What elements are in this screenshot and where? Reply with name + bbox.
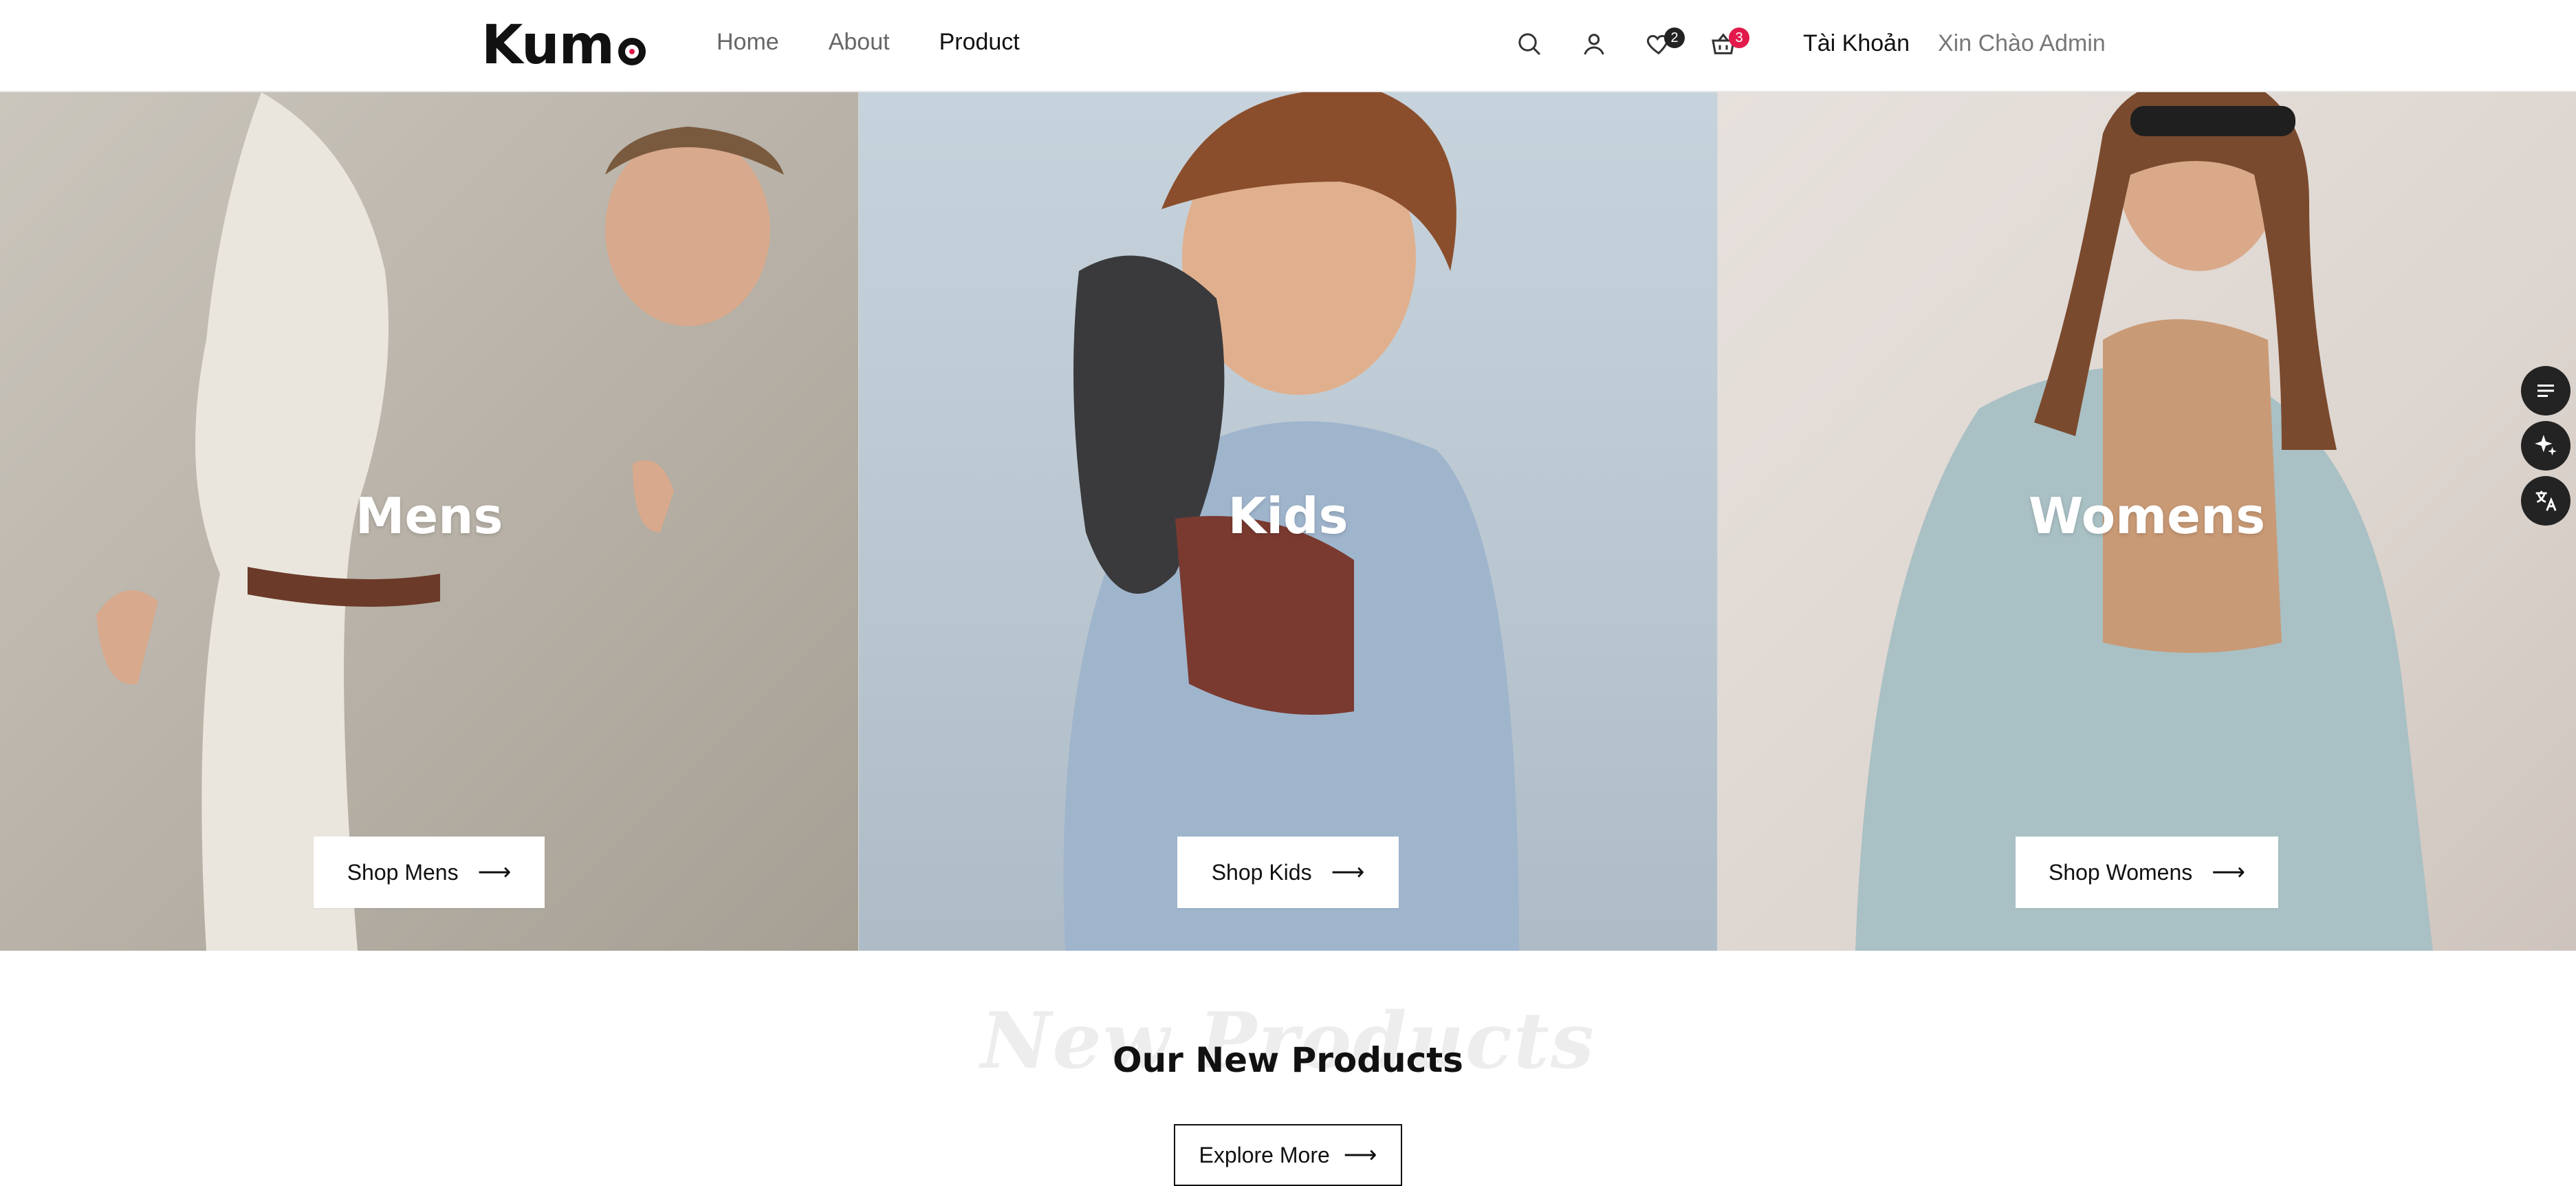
side-tools bbox=[2521, 366, 2570, 526]
section-title: Our New Products bbox=[1113, 1040, 1463, 1080]
arrow-right-icon: ⟶ bbox=[1343, 1142, 1377, 1168]
explore-more-label: Explore More bbox=[1199, 1142, 1330, 1167]
shop-kids-button[interactable]: Shop Kids ⟶ bbox=[1177, 837, 1399, 908]
panel-title-womens: Womens bbox=[2028, 487, 2266, 545]
account-link[interactable]: Tài Khoản bbox=[1803, 30, 1910, 57]
explore-more-button[interactable]: Explore More ⟶ bbox=[1174, 1124, 1402, 1186]
nav-about[interactable]: About bbox=[829, 29, 890, 56]
nav-home[interactable]: Home bbox=[717, 29, 779, 56]
shop-womens-label: Shop Womens bbox=[2048, 859, 2193, 885]
wishlist-button[interactable]: 2 bbox=[1639, 25, 1685, 63]
main-nav: Home About Product bbox=[717, 29, 1020, 56]
arrow-right-icon: ⟶ bbox=[477, 859, 512, 885]
hero-panel-kids: Kids Shop Kids ⟶ bbox=[859, 92, 1717, 951]
user-icon[interactable] bbox=[1575, 25, 1613, 63]
shop-kids-label: Shop Kids bbox=[1211, 859, 1312, 885]
header-icons: 2 3 bbox=[1510, 25, 1769, 63]
hero-panel-mens: Mens Shop Mens ⟶ bbox=[0, 92, 858, 951]
logo-o-mark bbox=[618, 38, 646, 65]
sparkle-icon[interactable] bbox=[2521, 421, 2570, 471]
cart-count-badge: 3 bbox=[1729, 28, 1749, 48]
site-header: Kum Home About Product 2 3 Tài Khoản Xin… bbox=[0, 0, 2576, 92]
cart-button[interactable]: 3 bbox=[1704, 25, 1749, 63]
shop-mens-button[interactable]: Shop Mens ⟶ bbox=[314, 837, 545, 908]
panel-title-mens: Mens bbox=[355, 487, 503, 545]
logo[interactable]: Kum bbox=[481, 14, 646, 76]
arrow-right-icon: ⟶ bbox=[2212, 859, 2246, 885]
search-icon[interactable] bbox=[1510, 25, 1549, 63]
translate-icon[interactable] bbox=[2521, 476, 2570, 526]
shop-mens-label: Shop Mens bbox=[347, 859, 459, 885]
list-icon[interactable] bbox=[2521, 366, 2570, 416]
shop-womens-button[interactable]: Shop Womens ⟶ bbox=[2016, 837, 2278, 908]
panel-title-kids: Kids bbox=[1227, 487, 1349, 545]
arrow-right-icon: ⟶ bbox=[1331, 859, 1365, 885]
hero-panel-womens: Womens Shop Womens ⟶ bbox=[1718, 92, 2576, 951]
wishlist-count-badge: 2 bbox=[1664, 28, 1685, 48]
logo-text: Kum bbox=[481, 14, 615, 76]
nav-product[interactable]: Product bbox=[939, 29, 1020, 56]
greeting-text: Xin Chào Admin bbox=[1938, 30, 2106, 56]
